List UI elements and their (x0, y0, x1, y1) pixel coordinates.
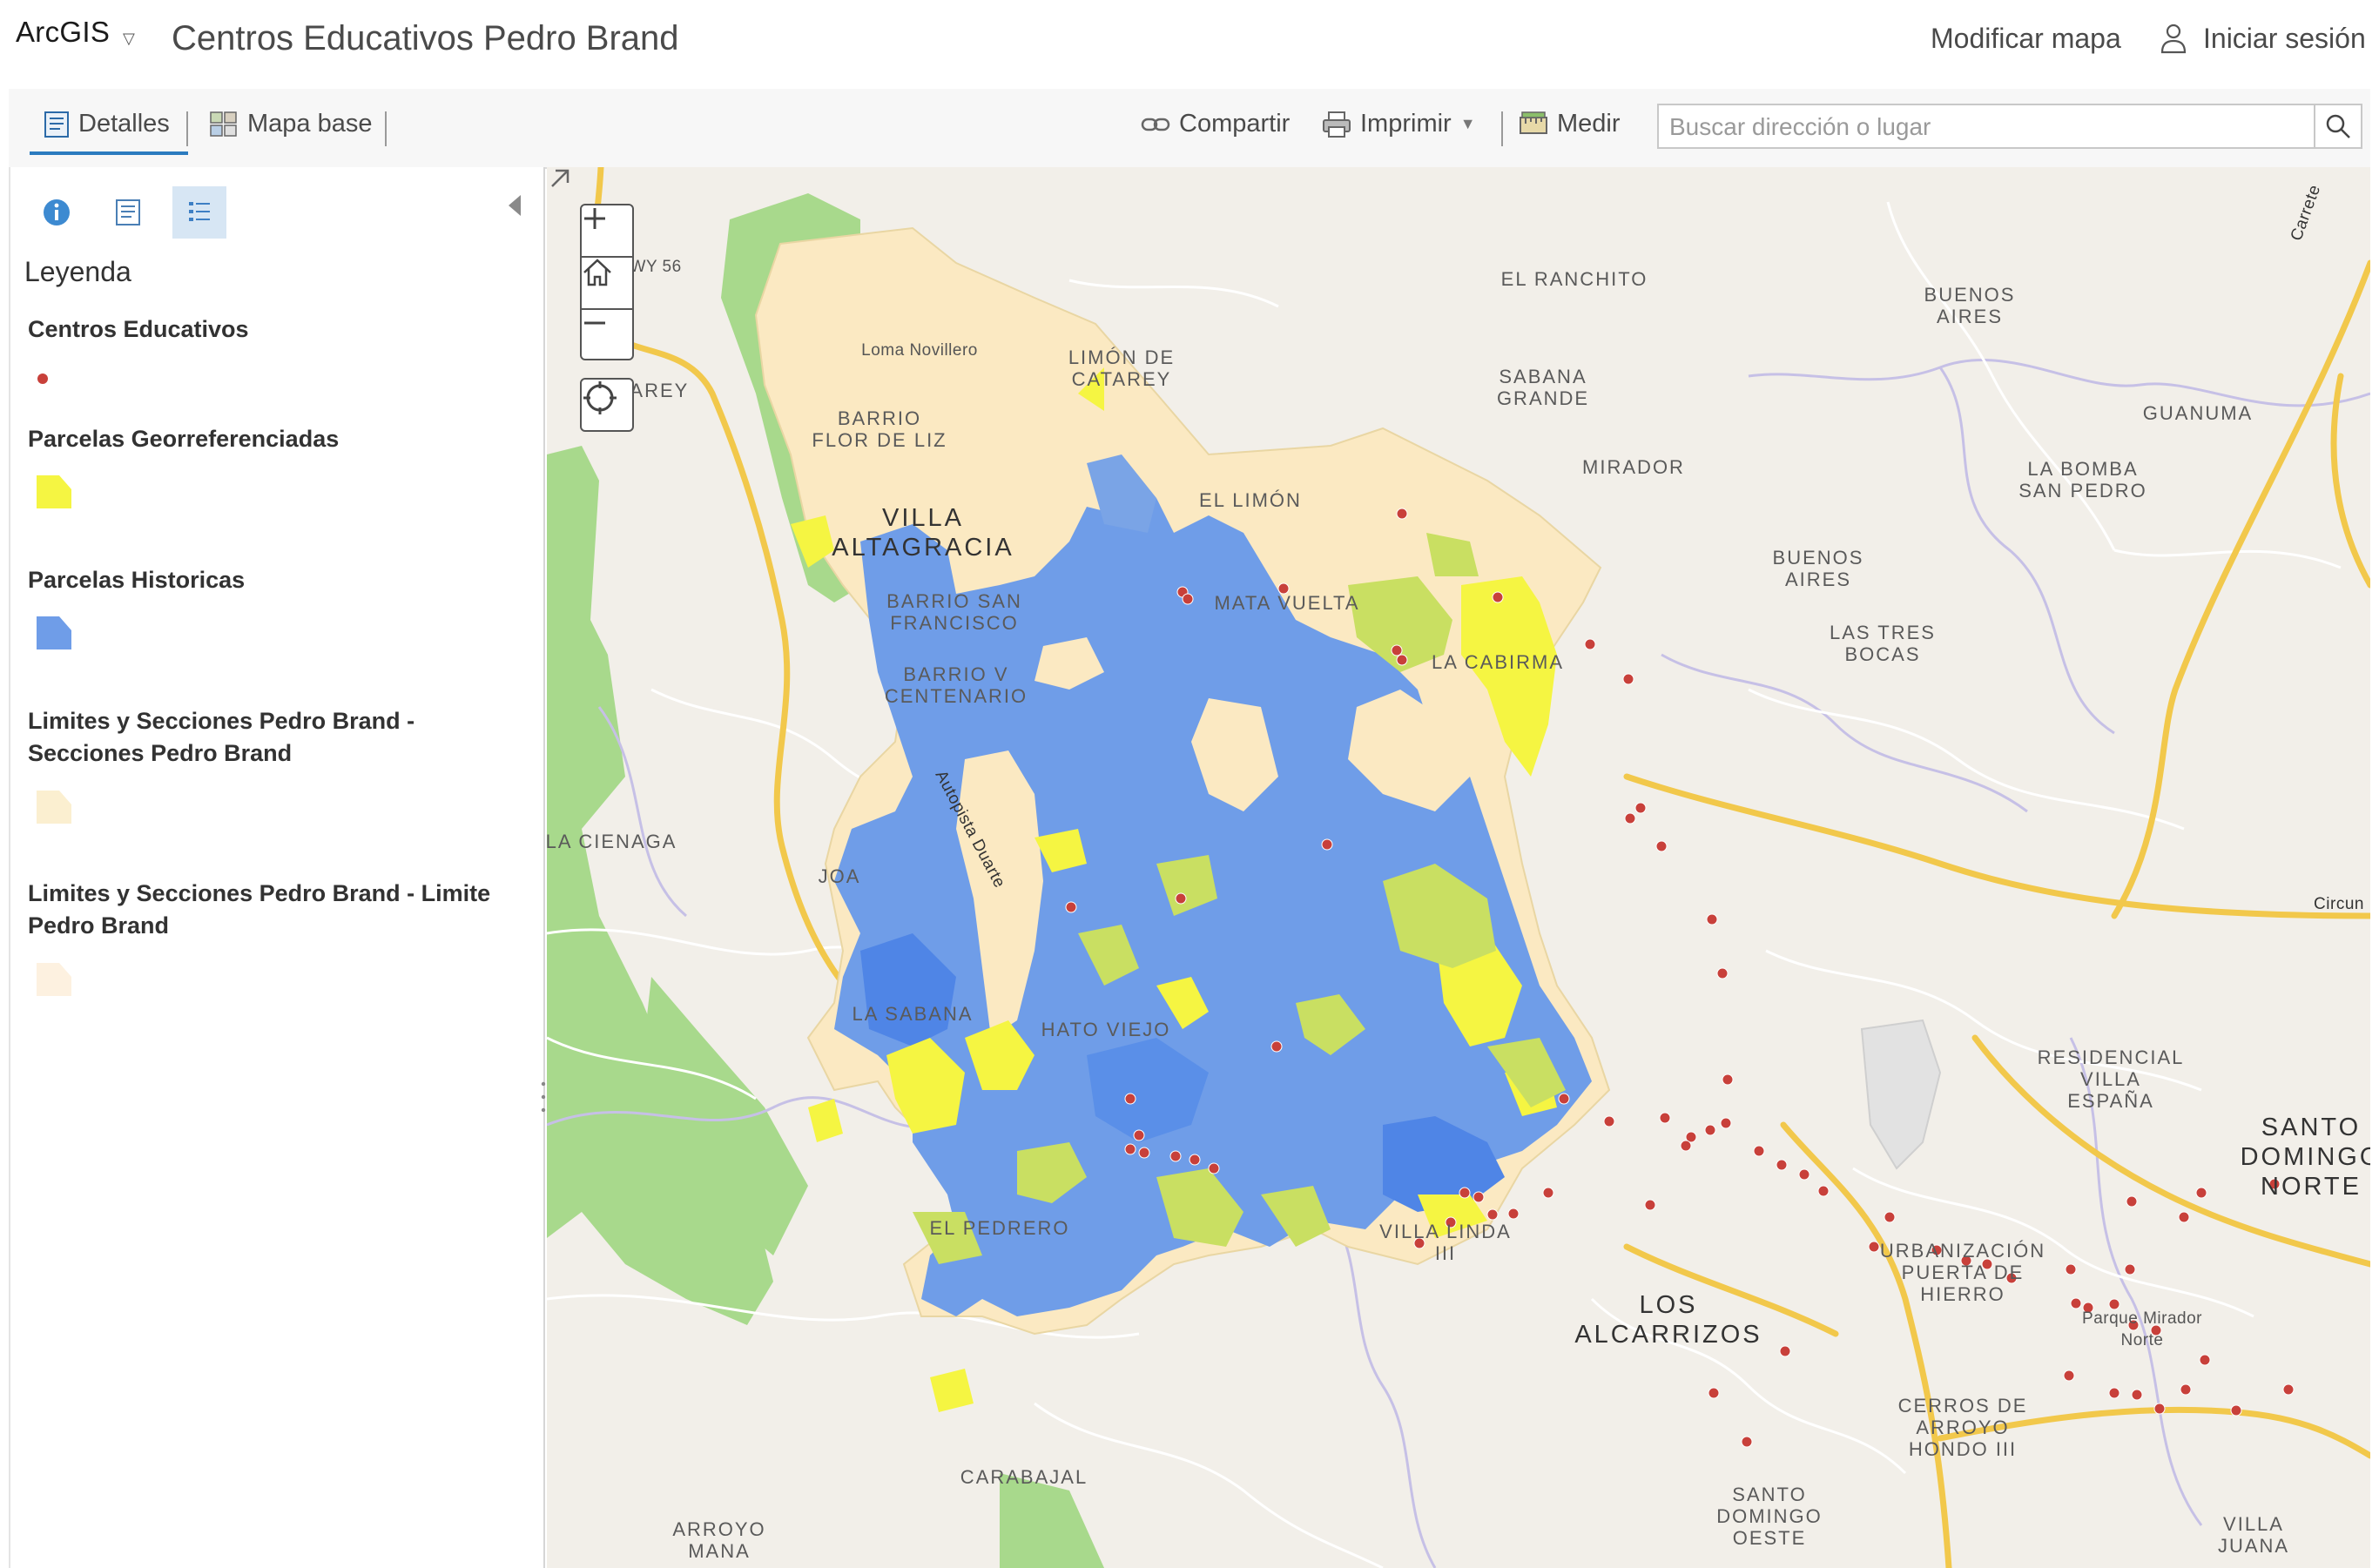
place-label: EL LIMÓN (1199, 489, 1302, 511)
caret-down-icon: ▼ (1459, 115, 1476, 132)
details-icon (44, 111, 69, 138)
search-box (1657, 104, 2315, 149)
legend-layer-title: Limites y Secciones Pedro Brand - Limite… (28, 880, 491, 939)
legend-button[interactable] (172, 186, 226, 239)
place-label: LA CIENAGA (547, 831, 677, 852)
place-label: VILLA JUANA (2217, 1513, 2290, 1557)
search-icon (2326, 114, 2350, 138)
link-icon (1141, 118, 1170, 131)
place-label: BARRIO V CENTENARIO (884, 663, 1028, 707)
page-title: Centros Educativos Pedro Brand (172, 19, 679, 57)
toolbar: Detalles Mapa base Compartir Imprimir ▼ (9, 89, 2370, 169)
plus-icon (584, 208, 605, 229)
zoom-out-button[interactable] (582, 310, 632, 360)
share-button[interactable]: Compartir (1141, 110, 1290, 138)
place-label: LA SABANA (852, 1003, 974, 1025)
toolbar-divider (385, 111, 387, 146)
zoom-in-button[interactable] (582, 205, 632, 256)
place-label: HATO VIEJO (1041, 1019, 1171, 1040)
app-header: ArcGIS ▽ Centros Educativos Pedro Brand … (0, 0, 2379, 89)
legend-title: Leyenda (24, 256, 131, 287)
about-button[interactable] (30, 186, 84, 239)
place-label: MATA VUELTA (1214, 592, 1360, 614)
airport-area (1860, 1019, 1942, 1170)
legend-icon (189, 202, 210, 221)
collapse-panel-icon[interactable] (509, 195, 521, 216)
park-label: Loma Novillero (861, 341, 978, 360)
place-label: GUANUMA (2142, 402, 2254, 424)
park-label: Parque Mirador Norte (2082, 1309, 2202, 1349)
place-label: VILLA ALTAGRACIA (832, 504, 1014, 562)
print-button[interactable]: Imprimir ▼ (1322, 110, 1476, 138)
share-label: Compartir (1179, 110, 1291, 138)
home-button[interactable] (582, 258, 632, 308)
place-label: SANTO DOMINGO NORTE (2240, 1114, 2370, 1201)
place-label: LA CABIRMA (1431, 651, 1565, 673)
place-label: LAS TRES BOCAS (1830, 622, 1936, 665)
search-button[interactable] (2315, 104, 2362, 149)
point-symbol-icon (37, 373, 48, 384)
place-label: URBANIZACIÓN PUERTA DE HIERRO (1879, 1240, 2046, 1305)
tab-details[interactable]: Detalles (44, 110, 170, 138)
place-label: MIRADOR (1582, 456, 1685, 478)
search-input[interactable] (1661, 107, 2272, 147)
place-label: ARROYO MANA (672, 1518, 766, 1562)
place-label: BARRIO FLOR DE LIZ (812, 407, 947, 451)
print-label: Imprimir (1360, 110, 1452, 138)
place-label: EL RANCHITO (1500, 268, 1648, 290)
printer-icon (1323, 111, 1351, 138)
home-icon (583, 259, 611, 286)
legend-layer-title: Parcelas Georreferenciadas (28, 426, 340, 452)
place-label: RESIDENCIAL VILLA ESPAÑA (2037, 1046, 2185, 1112)
chevron-down-icon[interactable]: ▽ (123, 30, 135, 48)
place-label: BUENOS AIRES (1772, 547, 1864, 590)
toolbar-divider (1501, 111, 1503, 146)
place-label: EL PEDRERO (929, 1217, 1070, 1239)
measure-label: Medir (1557, 110, 1621, 138)
expand-icon[interactable] (547, 167, 571, 192)
polygon-symbol-icon (37, 791, 71, 824)
polygon-symbol-icon (37, 963, 71, 996)
place-label: SABANA GRANDE (1496, 366, 1590, 409)
modify-map-link[interactable]: Modificar mapa (1931, 23, 2121, 55)
sign-in-link[interactable]: Iniciar sesión (2203, 23, 2366, 55)
polygon-symbol-icon (37, 475, 71, 508)
place-label: VILLA LINDA III (1379, 1221, 1512, 1264)
place-label: LA BOMBA SAN PEDRO (2018, 458, 2147, 501)
details-icon (116, 199, 140, 225)
polygon-symbol-icon (37, 616, 71, 649)
locate-button[interactable] (580, 378, 634, 432)
map-view[interactable]: EL RANCHITO BUENOS AIRES SABANA GRANDE G… (547, 167, 2370, 1568)
tab-basemap[interactable]: Mapa base (209, 110, 373, 138)
tab-basemap-label: Mapa base (247, 110, 373, 138)
zoom-controls (580, 204, 634, 360)
place-label: BARRIO SAN FRANCISCO (886, 590, 1022, 634)
tab-details-label: Detalles (78, 110, 170, 138)
toolbar-divider (186, 111, 188, 146)
legend-layer-title: Centros Educativos (28, 316, 249, 342)
place-label: LOS ALCARRIZOS (1574, 1291, 1762, 1349)
user-icon[interactable] (2160, 23, 2187, 54)
basemap-gallery-icon (210, 111, 237, 137)
measure-button[interactable]: Medir (1519, 110, 1621, 138)
place-label: SANTO DOMINGO OESTE (1716, 1484, 1823, 1549)
measure-icon (1520, 111, 1547, 134)
legend-layer-title: Limites y Secciones Pedro Brand - Seccio… (28, 708, 415, 766)
place-label: BUENOS AIRES (1924, 284, 2016, 327)
place-label: CERROS DE ARROYO HONDO III (1897, 1395, 2028, 1460)
minus-icon (584, 321, 605, 325)
locate-icon (583, 381, 617, 414)
resize-handle-icon[interactable] (541, 1080, 546, 1114)
arcgis-brand[interactable]: ArcGIS (16, 16, 110, 49)
place-label: JOA (818, 865, 861, 887)
road-label: Circun (2314, 895, 2364, 913)
active-tab-indicator (30, 151, 188, 155)
place-label: LIMÓN DE CATAREY (1068, 347, 1176, 390)
info-icon (44, 199, 70, 225)
content-button[interactable] (101, 186, 155, 239)
legend-layer-title: Parcelas Historicas (28, 567, 246, 593)
place-label: CARABAJAL (960, 1466, 1088, 1488)
details-panel: Leyenda Centros Educativos Parcelas Geor… (9, 167, 546, 1568)
